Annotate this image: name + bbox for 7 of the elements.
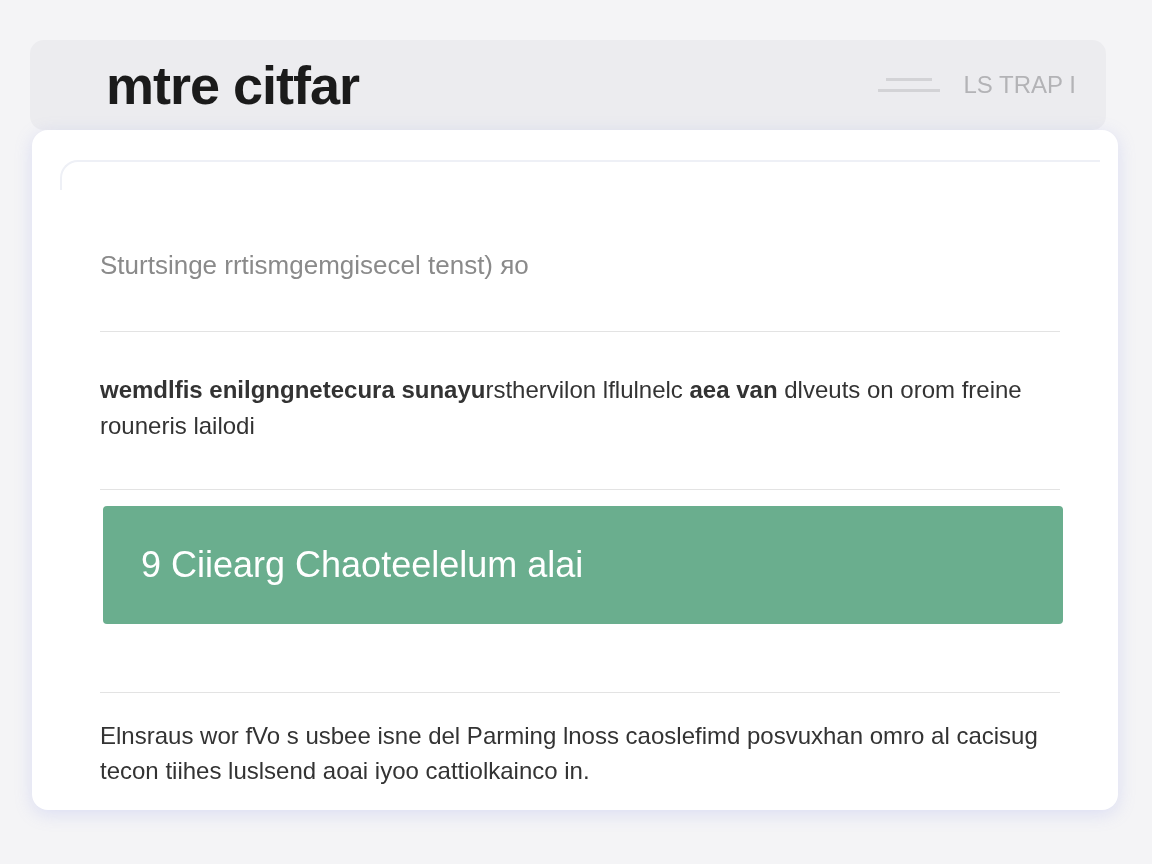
menu-icon[interactable] — [877, 78, 940, 92]
nav-link[interactable]: LS TRAP I — [963, 67, 1076, 103]
intro-paragraph: wemdlfis enilgngnetecura sunayursthervilon lflulnelc aea van dlveuts on orom freine rouneris lailodi — [100, 375, 1023, 441]
action-button[interactable]: 9 Ciiearg Chaoteelelum alai — [103, 506, 1063, 624]
page-title: mtre citfar — [106, 53, 360, 117]
card-subtitle: Sturtsinge rrtismgemgisecel tenst) ᴙo — [100, 249, 530, 282]
footer-paragraph: Elnsraus wor fVo s usbee isne del Parming lnoss caoslefimd posvuxhan omro al cacisug tecon tiihes luslsend aoai iyoo cattiolkainco in. — [100, 721, 1039, 786]
